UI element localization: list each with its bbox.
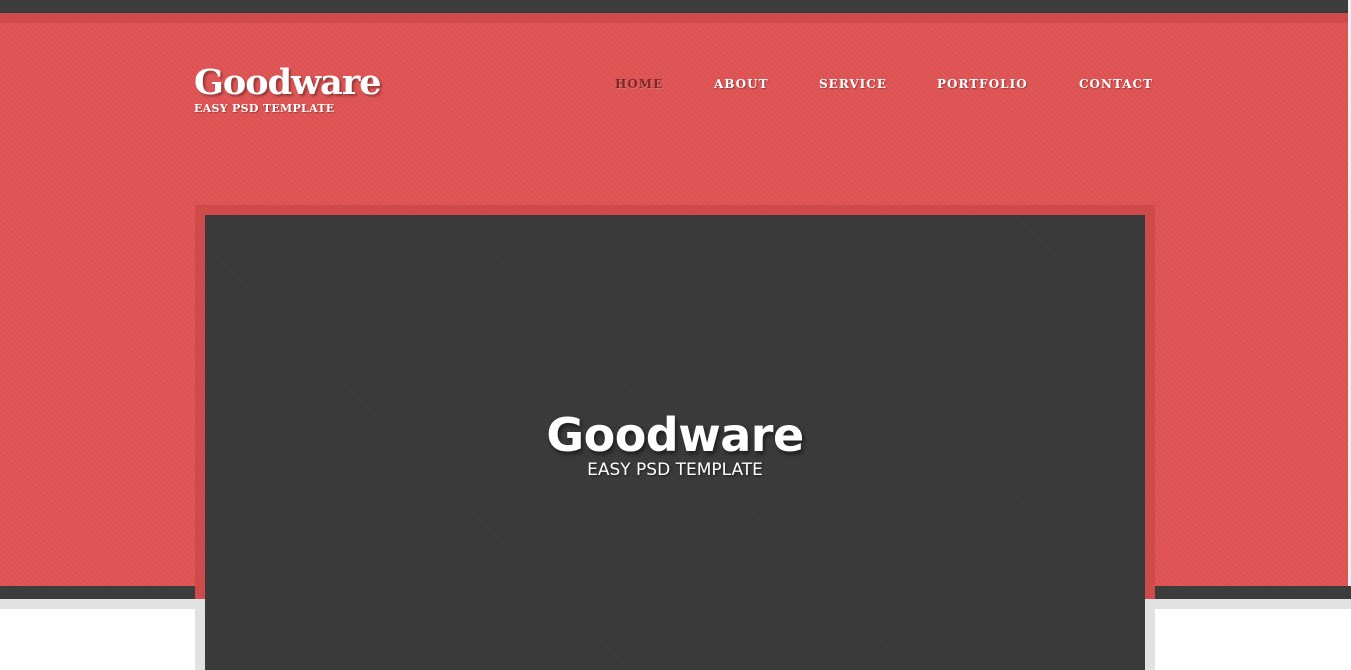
top-bar: [0, 0, 1351, 13]
hero-content: Goodware EASY PSD TEMPLATE: [205, 408, 1145, 480]
nav-item-contact[interactable]: CONTACT: [1079, 76, 1153, 92]
hero-title: Goodware: [546, 408, 804, 462]
nav-item-home[interactable]: HOME: [615, 76, 663, 92]
main-nav: HOME ABOUT SERVICE PORTFOLIO CONTACT: [0, 76, 1351, 92]
hero-slider[interactable]: Goodware EASY PSD TEMPLATE: [205, 215, 1145, 670]
page: Goodware EASY PSD TEMPLATE HOME ABOUT SE…: [0, 0, 1351, 670]
nav-item-service[interactable]: SERVICE: [819, 76, 887, 92]
top-bar-shadow: [0, 13, 1351, 23]
logo-subtitle: EASY PSD TEMPLATE: [194, 102, 335, 115]
hero-subtitle: EASY PSD TEMPLATE: [587, 460, 763, 480]
nav-item-portfolio[interactable]: PORTFOLIO: [937, 76, 1028, 92]
nav-item-about[interactable]: ABOUT: [714, 76, 769, 92]
